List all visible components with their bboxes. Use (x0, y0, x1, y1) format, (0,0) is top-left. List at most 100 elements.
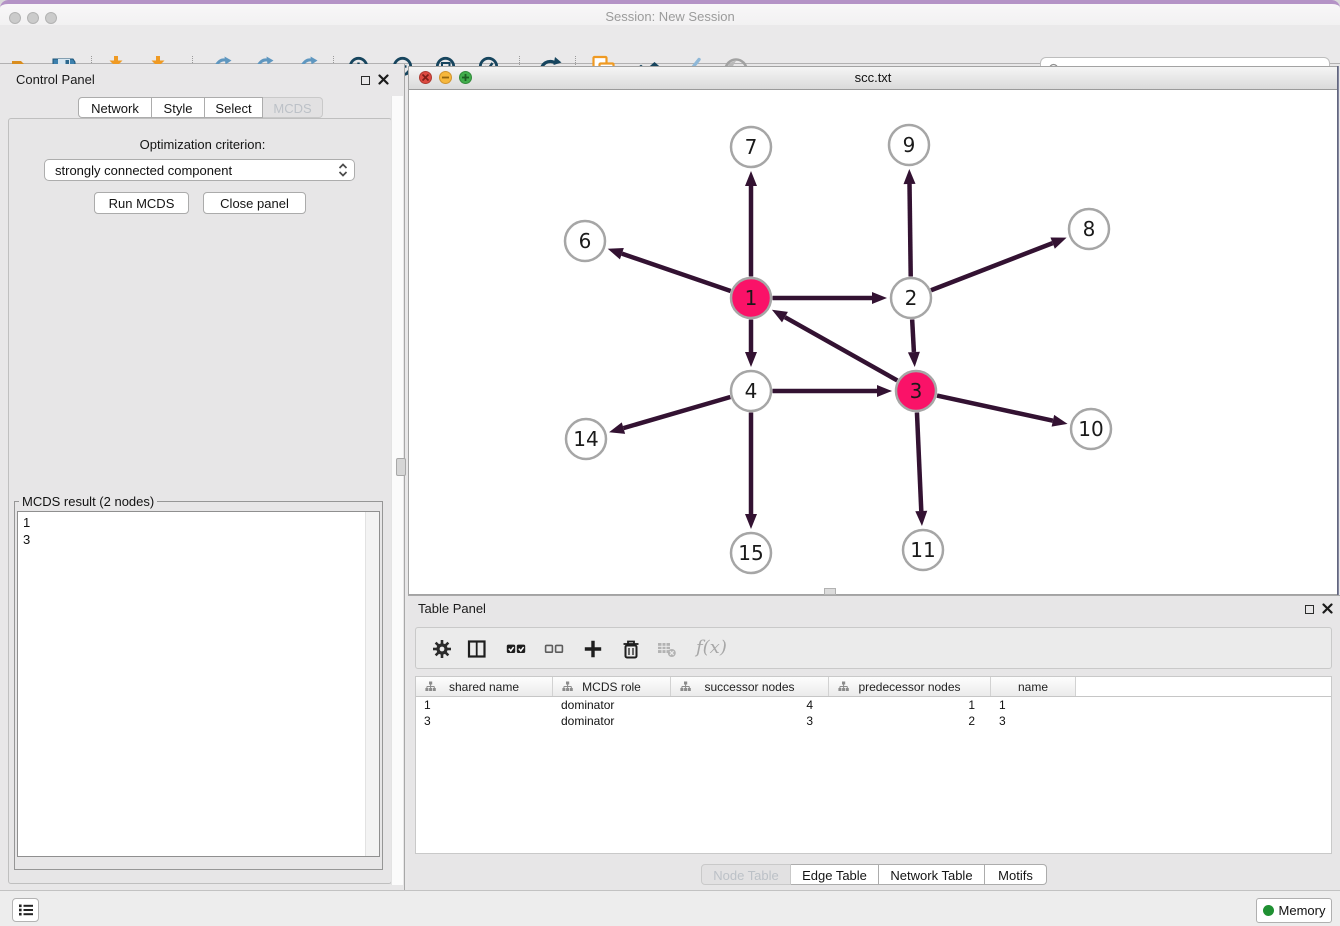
tab-edge-table[interactable]: Edge Table (791, 864, 879, 885)
edge-arrowhead-4-15 (745, 514, 757, 529)
edge-arrowhead-1-7 (745, 171, 757, 186)
column-header-successor-nodes[interactable]: successor nodes (671, 677, 829, 696)
window-titlebar: Session: New Session (0, 0, 1340, 25)
delete-rows-icon[interactable] (619, 638, 643, 660)
unselect-all-rows-icon[interactable] (542, 638, 566, 660)
delete-table-icon (655, 638, 679, 660)
cell-successor-nodes[interactable]: 3 (671, 713, 829, 729)
table-panel: Table Panel (408, 595, 1340, 890)
column-header-shared-name[interactable]: shared name (416, 677, 553, 696)
close-panel-button[interactable]: Close panel (203, 192, 306, 214)
memory-label: Memory (1279, 903, 1326, 918)
run-mcds-button[interactable]: Run MCDS (94, 192, 189, 214)
edge-3-1[interactable] (785, 317, 897, 380)
edge-4-14[interactable] (623, 397, 730, 428)
edge-arrowhead-1-4 (745, 352, 757, 367)
cell-predecessor-nodes[interactable]: 2 (829, 713, 991, 729)
table-toolbar: f(x) (415, 627, 1332, 669)
float-panel-icon[interactable] (358, 73, 372, 87)
panel-split-divider[interactable] (404, 64, 405, 890)
criterion-value: strongly connected component (45, 163, 338, 178)
tab-network[interactable]: Network (78, 97, 152, 118)
edge-2-3[interactable] (912, 319, 914, 352)
result-scrollbar-track[interactable] (365, 512, 379, 856)
control-panel-tabs: Network Style Select MCDS (78, 97, 323, 118)
edge-arrowhead-1-2 (872, 292, 887, 304)
edge-arrowhead-2-3 (908, 352, 920, 367)
memory-status-dot (1263, 905, 1274, 916)
add-row-icon[interactable] (581, 638, 605, 660)
mcds-result-textarea[interactable]: 1 3 (17, 511, 380, 857)
tab-mcds[interactable]: MCDS (263, 97, 323, 118)
result-line: 3 (23, 531, 374, 548)
table-row[interactable]: 3 dominator 3 2 3 (416, 713, 1331, 729)
node-label-2: 2 (905, 286, 918, 310)
hierarchy-icon (562, 681, 573, 692)
node-label-14: 14 (573, 427, 598, 451)
apply-function-icon: f(x) (690, 636, 733, 659)
node-label-7: 7 (745, 135, 758, 159)
cell-mcds-role[interactable]: dominator (553, 697, 671, 713)
table-settings-icon[interactable] (430, 638, 454, 660)
node-label-4: 4 (745, 379, 758, 403)
network-canvas[interactable]: 7968124314101511 (409, 89, 1337, 594)
column-header-mcds-role[interactable]: MCDS role (553, 677, 671, 696)
edge-arrowhead-2-9 (904, 169, 916, 184)
cell-name[interactable]: 1 (991, 697, 1076, 713)
result-line: 1 (23, 514, 374, 531)
table-panel-tabs: Node Table Edge Table Network Table Moti… (408, 864, 1340, 885)
edge-1-6[interactable] (622, 254, 731, 291)
node-label-15: 15 (738, 541, 763, 565)
panel-split-handle[interactable] (396, 458, 406, 476)
cell-predecessor-nodes[interactable]: 1 (829, 697, 991, 713)
column-header-predecessor-nodes[interactable]: predecessor nodes (829, 677, 991, 696)
hierarchy-icon (838, 681, 849, 692)
close-panel-icon[interactable] (376, 73, 390, 87)
edge-3-11[interactable] (917, 412, 921, 511)
close-table-panel-icon[interactable] (1320, 602, 1334, 616)
tab-node-table[interactable]: Node Table (701, 864, 791, 885)
edge-3-10[interactable] (937, 396, 1053, 421)
table-row[interactable]: 1 dominator 4 1 1 (416, 697, 1331, 713)
control-panel: Control Panel Network Style Select MCDS … (0, 64, 405, 890)
toggle-columns-icon[interactable] (465, 638, 489, 660)
edge-2-8[interactable] (931, 243, 1053, 290)
cell-mcds-role[interactable]: dominator (553, 713, 671, 729)
float-table-panel-icon[interactable] (1302, 602, 1316, 616)
criterion-dropdown[interactable]: strongly connected component (44, 159, 355, 181)
application-window: Session: New Session (0, 0, 1340, 926)
edge-arrowhead-1-6 (608, 248, 624, 259)
cell-shared-name[interactable]: 3 (416, 713, 553, 729)
hierarchy-icon (425, 681, 436, 692)
node-label-6: 6 (579, 229, 592, 253)
table-panel-title: Table Panel (418, 601, 486, 616)
optimization-criterion-label: Optimization criterion: (0, 137, 405, 152)
node-label-9: 9 (903, 133, 916, 157)
tab-network-table[interactable]: Network Table (879, 864, 985, 885)
edge-2-9[interactable] (910, 184, 911, 277)
node-label-1: 1 (745, 286, 758, 310)
task-history-icon[interactable] (12, 898, 39, 922)
node-label-3: 3 (910, 379, 923, 403)
edge-arrowhead-3-11 (915, 511, 927, 526)
tab-select[interactable]: Select (205, 97, 263, 118)
cell-successor-nodes[interactable]: 4 (671, 697, 829, 713)
edge-arrowhead-3-10 (1052, 415, 1068, 427)
horizontal-split-handle[interactable] (824, 588, 836, 595)
header-filler (1076, 677, 1331, 696)
cell-shared-name[interactable]: 1 (416, 697, 553, 713)
memory-button[interactable]: Memory (1256, 898, 1332, 923)
chevron-up-down-icon (338, 163, 348, 177)
edge-arrowhead-4-3 (877, 385, 892, 397)
status-bar: Memory (0, 890, 1340, 926)
select-all-rows-icon[interactable] (504, 638, 528, 660)
node-label-10: 10 (1078, 417, 1103, 441)
node-table: shared name MCDS role successor nodes pr… (415, 676, 1332, 854)
main-toolbar (0, 25, 1340, 64)
edge-arrowhead-3-1 (772, 310, 788, 323)
column-header-name[interactable]: name (991, 677, 1076, 696)
cell-name[interactable]: 3 (991, 713, 1076, 729)
tab-motifs[interactable]: Motifs (985, 864, 1047, 885)
control-panel-scrollbar-track[interactable] (391, 96, 403, 885)
tab-style[interactable]: Style (152, 97, 205, 118)
